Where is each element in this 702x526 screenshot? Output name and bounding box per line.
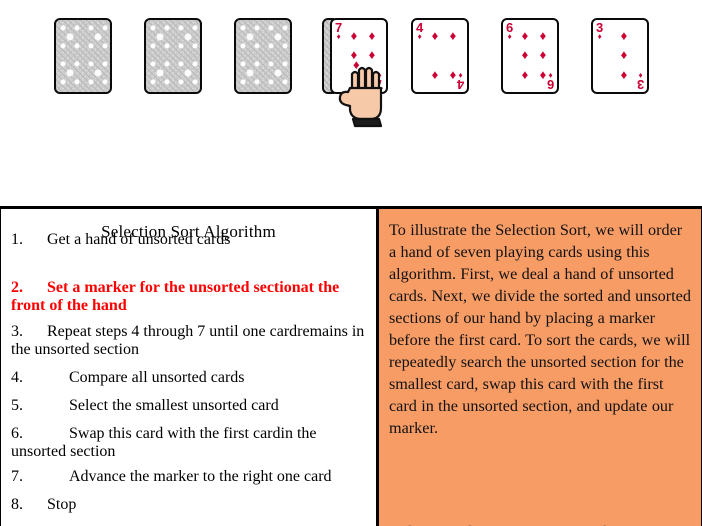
algorithm-step-text: Compare all unsorted cards: [69, 369, 245, 386]
card-pip-diamonds: ♦: [449, 66, 457, 82]
algorithm-step-text: Select the smallest unsorted card: [69, 397, 279, 414]
card-pip-diamonds: ♦: [368, 28, 376, 44]
algorithm-step-1: 1. Get a hand of unsorted cards: [11, 231, 370, 249]
algorithm-step-text: Set a marker for the unsorted sectionat …: [11, 279, 339, 314]
slide-root: 7♦7♦♦♦♦♦♦♦♦4♦4♦♦♦♦♦♦♦6♦6♦♦♦♦♦♦♦3♦3♦♦♦♦: [0, 0, 702, 526]
algorithm-step-3: 3. Repeat steps 4 through 7 until one car…: [11, 323, 370, 359]
algorithm-step-2: 2. Set a marker for the unsorted sectiona…: [11, 279, 370, 315]
algorithm-step-text: Stop: [47, 496, 76, 513]
algorithm-step-line-1: Repeat steps 4 through 7 until one card: [47, 323, 298, 340]
card-pip-diamonds: ♦: [620, 66, 628, 82]
card-corner-rank-top-left: 6 ♦: [506, 20, 514, 41]
algorithm-step-number: 3.: [11, 323, 23, 340]
card-pip-diamonds: ♦: [431, 66, 439, 82]
algorithm-step-line-1: Select the smallest unsorted card: [69, 397, 279, 414]
card-pip-diamonds: ♦: [368, 66, 376, 82]
algorithm-step-number: 7.: [11, 468, 23, 485]
algorithm-step-number: 2.: [11, 279, 23, 296]
algorithm-step-number: 6.: [11, 425, 23, 442]
card-pip-diamonds: ♦: [539, 66, 547, 82]
algorithm-step-5: 5. Select the smallest unsorted card: [11, 397, 370, 415]
playing-card-face-down[interactable]: [54, 18, 112, 94]
algorithm-step-line-1: Compare all unsorted cards: [69, 369, 245, 386]
card-pip-diamonds: ♦: [539, 47, 547, 63]
card-pip-diamonds: ♦: [521, 28, 529, 44]
algorithm-panel: Selection Sort Algorithm 1. Get a hand of…: [0, 209, 379, 526]
playing-card-7-of-diamonds[interactable]: 7 ♦ 7 ♦ ♦ ♦ ♦ ♦ ♦ ♦ ♦: [330, 18, 388, 94]
card-corner-rank-top-left: 3 ♦: [596, 20, 604, 41]
explanation-panel: To illustrate the Selection Sort, we wil…: [379, 209, 702, 526]
card-pip-diamonds: ♦: [368, 47, 376, 63]
playing-card-3-of-diamonds[interactable]: 3 ♦ 3 ♦ ♦ ♦ ♦: [591, 18, 649, 94]
algorithm-step-7: 7. Advance the marker to the right one ca…: [11, 468, 370, 486]
card-pip-diamonds: ♦: [350, 28, 358, 44]
algorithm-step-number: 1.: [11, 231, 23, 248]
card-corner-rank-top-left: 4 ♦: [416, 20, 424, 41]
explanation-text: To illustrate the Selection Sort, we wil…: [389, 221, 691, 437]
algorithm-step-line-1: Set a marker for the unsorted section: [47, 279, 301, 296]
card-pip-grid: ♦♦♦♦♦♦: [426, 26, 462, 84]
card-pip-diamonds: ♦: [620, 28, 628, 44]
algorithm-step-8: 8. Stop: [11, 496, 370, 514]
card-pip-diamonds: ♦: [521, 66, 529, 82]
algorithm-step-number: 5.: [11, 397, 23, 414]
card-pip-diamonds: ♦: [521, 47, 529, 63]
algorithm-step-4: 4. Compare all unsorted cards: [11, 369, 370, 387]
algorithm-step-line-1: Stop: [47, 496, 77, 513]
playing-card-face-down[interactable]: [234, 18, 292, 94]
algorithm-step-number: 4.: [11, 369, 23, 386]
card-pip-diamonds: ♦: [449, 28, 457, 44]
algorithm-step-6: 6. Swap this card with the first cardin t…: [11, 425, 370, 461]
algorithm-step-text: Repeat steps 4 through 7 until one cardr…: [11, 323, 364, 358]
card-pip-grid: ♦♦♦♦♦♦: [345, 26, 381, 84]
algorithm-step-number: 8.: [11, 496, 23, 513]
algorithm-step-line-1: Swap this card with the first card: [69, 425, 281, 442]
playing-card-face-down[interactable]: [144, 18, 202, 94]
algorithm-step-text: Swap this card with the first cardin the…: [11, 425, 317, 460]
algorithm-step-text: Advance the marker to the right one card: [69, 468, 332, 485]
algorithm-step-text: Get a hand of unsorted cards: [47, 231, 231, 248]
playing-card-4-of-diamonds[interactable]: 4♦4♦♦♦♦♦♦♦: [411, 18, 469, 94]
card-pip-diamonds: ♦: [431, 28, 439, 44]
card-pip-grid: ♦ ♦ ♦ ♦ ♦ ♦: [516, 26, 552, 84]
card-pip-diamonds: ♦: [539, 28, 547, 44]
algorithm-step-line-1: Get a hand of unsorted cards: [47, 231, 231, 248]
card-pip-grid: ♦ ♦ ♦: [606, 26, 642, 84]
card-pip-diamonds: ♦: [353, 57, 360, 72]
card-corner-rank-top-left: 7 ♦: [335, 20, 343, 41]
card-pip-diamonds: ♦: [620, 47, 628, 63]
card-hand-area: 7♦7♦♦♦♦♦♦♦♦4♦4♦♦♦♦♦♦♦6♦6♦♦♦♦♦♦♦3♦3♦♦♦♦: [0, 0, 702, 206]
bottom-panels: Selection Sort Algorithm 1. Get a hand of…: [0, 206, 702, 526]
algorithm-step-line-1: Advance the marker to the right one card: [69, 468, 332, 485]
playing-card-6-of-diamonds[interactable]: 6 ♦ 6 ♦ ♦ ♦ ♦ ♦ ♦ ♦: [501, 18, 559, 94]
